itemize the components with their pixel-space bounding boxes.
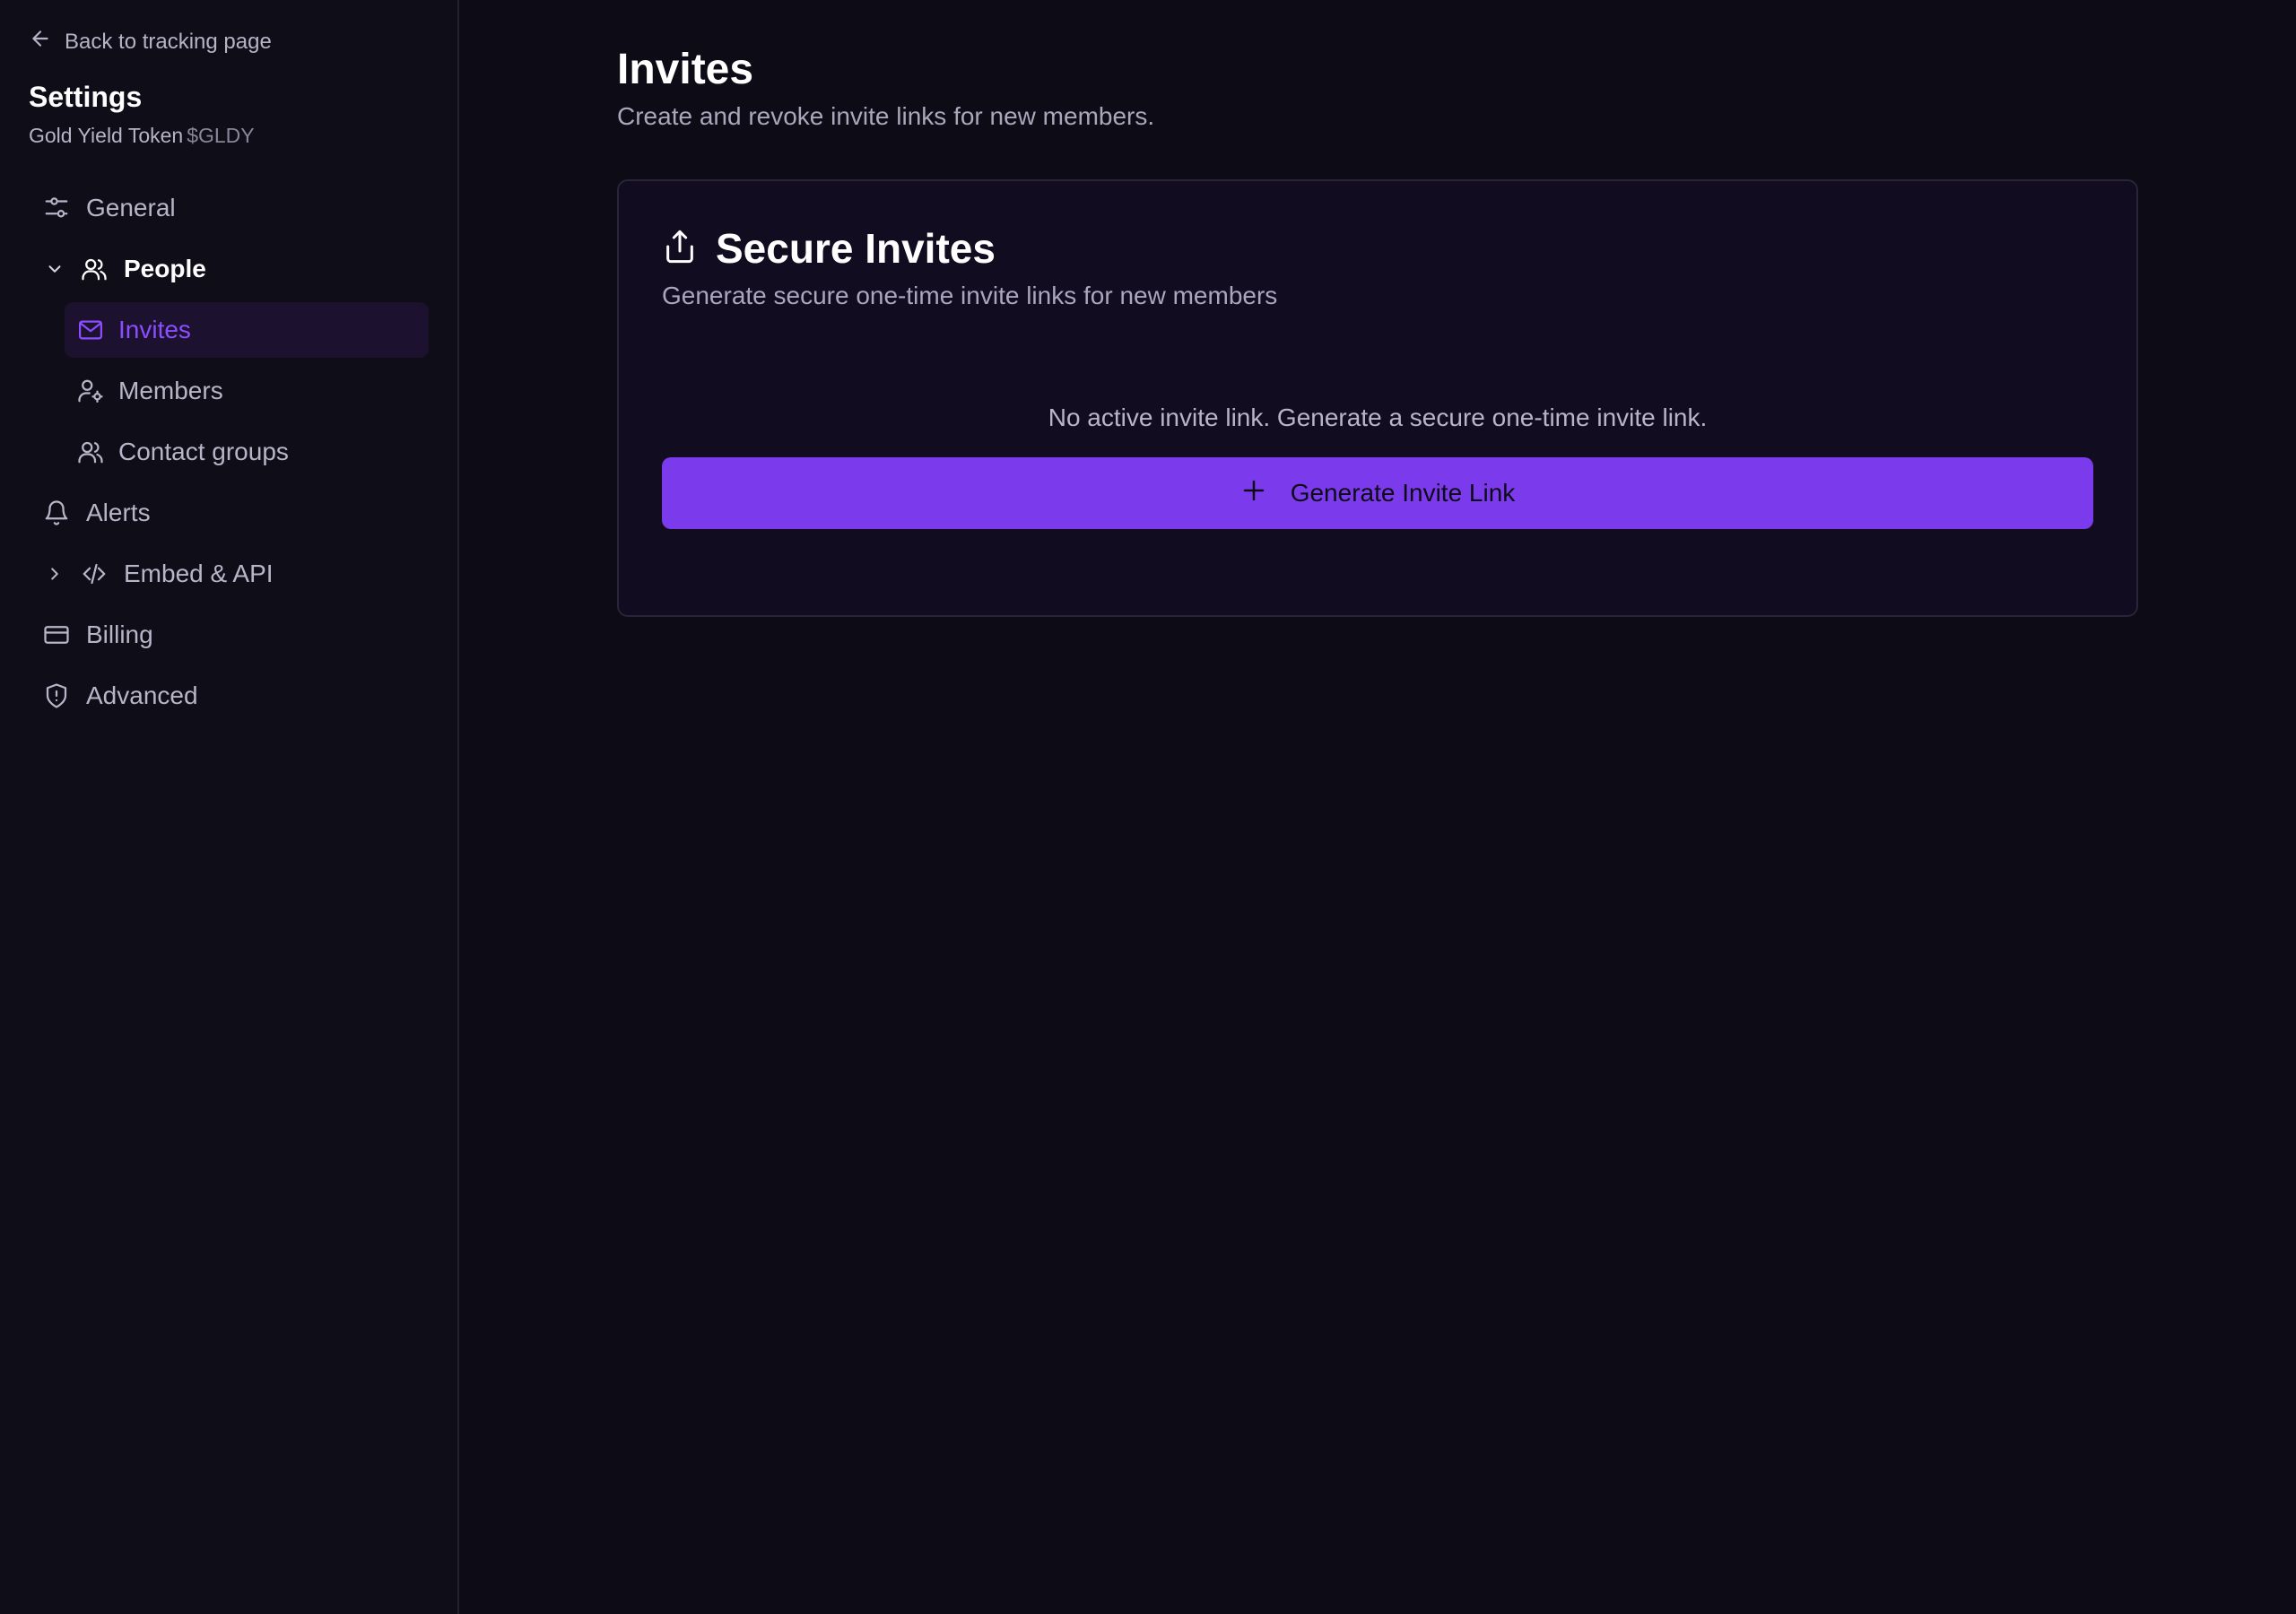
sliders-icon — [43, 195, 70, 221]
sidebar-item-general[interactable]: General — [43, 190, 176, 226]
settings-sidebar: Back to tracking page Settings Gold Yiel… — [0, 0, 459, 1614]
chevron-down-icon[interactable] — [43, 257, 66, 281]
generate-button-label: Generate Invite Link — [1290, 479, 1516, 507]
sidebar-item-people[interactable]: People — [43, 251, 206, 287]
user-cog-icon — [77, 377, 104, 404]
users-icon — [81, 256, 108, 282]
page-subtitle: Create and revoke invite links for new m… — [617, 102, 1155, 130]
sidebar-item-label: Members — [118, 377, 223, 404]
settings-title: Settings — [29, 81, 143, 113]
sidebar-item-label: People — [124, 255, 206, 282]
arrow-left-icon — [29, 27, 52, 56]
shield-alert-icon — [43, 682, 70, 709]
sidebar-item-label: Contact groups — [118, 438, 289, 465]
project-name-text: Gold Yield Token — [29, 124, 184, 147]
sidebar-item-label: Embed & API — [124, 560, 274, 587]
bell-icon — [43, 499, 70, 526]
back-link-label: Back to tracking page — [65, 29, 272, 54]
users-icon — [77, 438, 104, 465]
generate-invite-link-button[interactable]: Generate Invite Link — [662, 457, 2093, 529]
back-to-tracking-link[interactable]: Back to tracking page — [29, 27, 272, 56]
card-header: Secure Invites — [662, 224, 996, 273]
sidebar-item-label: Billing — [86, 620, 153, 648]
sidebar-item-members[interactable]: Members — [77, 373, 223, 409]
code-icon — [81, 560, 108, 587]
credit-card-icon — [43, 621, 70, 648]
project-ticker: $GLDY — [187, 124, 255, 147]
main-content: Invites Create and revoke invite links f… — [459, 0, 2296, 1614]
project-name: Gold Yield Token $GLDY — [29, 124, 255, 148]
sidebar-item-embed-api[interactable]: Embed & API — [43, 556, 274, 592]
card-subtitle: Generate secure one-time invite links fo… — [662, 282, 1278, 309]
secure-invites-card: Secure Invites Generate secure one-time … — [617, 179, 2138, 617]
page-title: Invites — [617, 46, 754, 93]
share-upload-icon — [662, 229, 698, 269]
sidebar-item-invites[interactable]: Invites — [65, 302, 429, 358]
sidebar-item-label: Advanced — [86, 681, 198, 709]
sidebar-item-advanced[interactable]: Advanced — [43, 678, 198, 714]
empty-state-text: No active invite link. Generate a secure… — [1048, 404, 1708, 431]
sidebar-item-alerts[interactable]: Alerts — [43, 495, 151, 531]
sidebar-item-label: Invites — [118, 316, 191, 343]
sidebar-item-label: Alerts — [86, 499, 151, 526]
plus-icon — [1240, 477, 1267, 510]
sidebar-item-label: General — [86, 194, 176, 221]
chevron-right-icon[interactable] — [43, 562, 66, 586]
sidebar-item-billing[interactable]: Billing — [43, 617, 153, 653]
card-title: Secure Invites — [716, 225, 996, 272]
sidebar-item-contact-groups[interactable]: Contact groups — [77, 434, 289, 470]
mail-icon — [77, 317, 104, 343]
